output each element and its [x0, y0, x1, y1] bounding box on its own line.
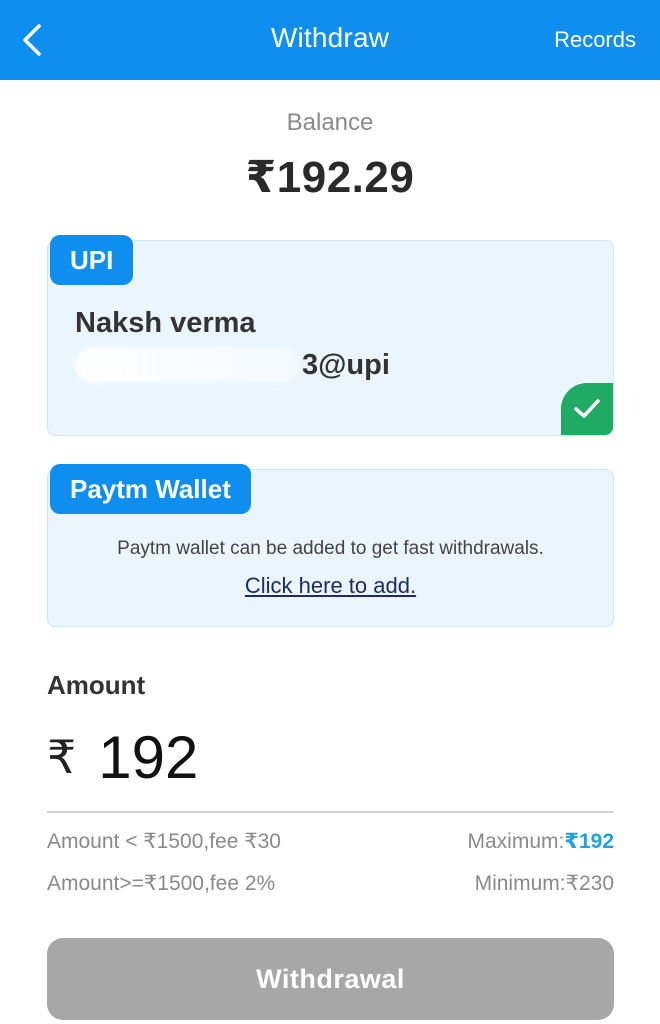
minimum-limit: Minimum:₹230: [475, 871, 614, 896]
minimum-label: Minimum:: [474, 872, 566, 895]
upi-tag: UPI: [50, 235, 134, 285]
amount-label: Amount: [47, 670, 146, 700]
upi-account-name: Naksh verma: [75, 307, 256, 339]
balance-label: Balance: [286, 109, 374, 136]
currency-symbol: ₹: [47, 731, 77, 783]
redacted-region: [75, 347, 300, 383]
app-header: Withdraw Records: [0, 0, 660, 80]
maximum-limit: Maximum:₹192: [468, 829, 615, 854]
minimum-value: ₹230: [565, 872, 614, 895]
add-paytm-link[interactable]: Click here to add.: [48, 573, 613, 599]
upi-id-text: 3@upi: [302, 348, 390, 381]
amount-row: ₹: [47, 712, 614, 802]
maximum-label: Maximum:: [467, 830, 565, 853]
upi-method-card[interactable]: UPI Naksh verma 3@upi: [47, 235, 614, 436]
fee-rule-high: Amount>=₹1500,fee 2%: [47, 872, 276, 895]
balance-value: ₹192.29: [245, 153, 415, 202]
paytm-wallet-card[interactable]: Paytm Wallet Paytm wallet can be added t…: [47, 464, 614, 627]
withdrawal-button[interactable]: Withdrawal: [47, 938, 614, 1020]
upi-id: 3@upi: [75, 347, 390, 383]
amount-divider: [47, 811, 614, 813]
records-link[interactable]: Records: [554, 27, 636, 53]
amount-input[interactable]: [98, 715, 499, 799]
maximum-value: ₹192: [564, 830, 614, 853]
selected-badge: [561, 383, 613, 435]
check-icon: [574, 399, 600, 418]
fee-rule-low: Amount < ₹1500,fee ₹30: [47, 830, 281, 853]
paytm-tag: Paytm Wallet: [50, 464, 251, 514]
paytm-description: Paytm wallet can be added to get fast wi…: [117, 538, 544, 559]
